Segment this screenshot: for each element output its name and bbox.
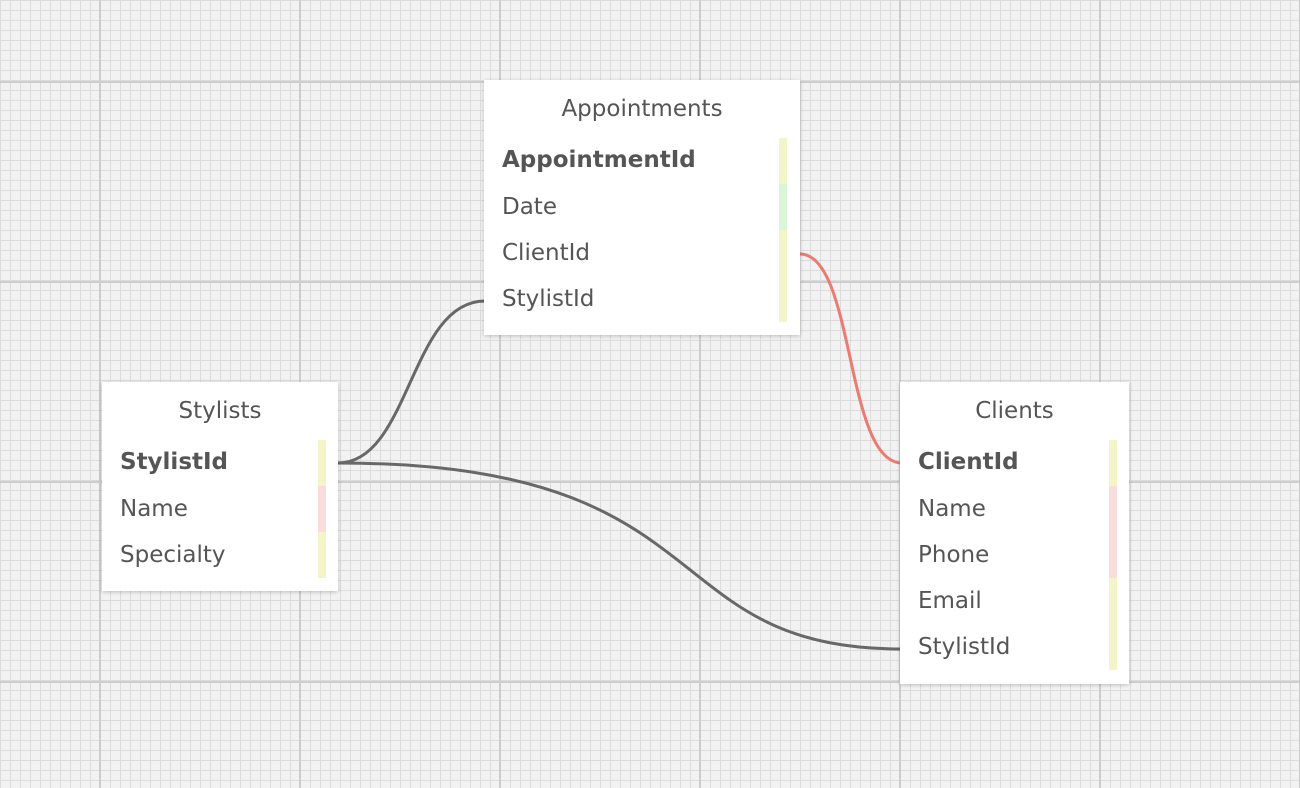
field-stylistid[interactable]: StylistId [120, 449, 228, 475]
strip-segment [318, 440, 326, 486]
field-color-strip [1109, 440, 1117, 670]
relation-appointments-clientid-clients[interactable] [799, 252, 903, 465]
diagram-canvas[interactable]: Appointments AppointmentId Date ClientId… [0, 0, 1300, 788]
field-color-strip [318, 440, 326, 578]
field-name[interactable]: Name [120, 496, 188, 522]
table-stylists[interactable]: Stylists StylistId Name Specialty [102, 382, 338, 591]
table-title: Stylists [178, 398, 262, 424]
field-color-strip [779, 138, 787, 322]
strip-segment [1109, 440, 1117, 486]
field-appointmentid[interactable]: AppointmentId [502, 147, 696, 173]
strip-segment [1109, 578, 1117, 624]
field-stylistid[interactable]: StylistId [502, 286, 594, 312]
field-clientid[interactable]: ClientId [918, 449, 1019, 475]
strip-segment [779, 230, 787, 276]
table-title: Appointments [561, 96, 723, 122]
field-date[interactable]: Date [502, 194, 557, 220]
strip-segment [318, 486, 326, 532]
field-name[interactable]: Name [918, 496, 986, 522]
relation-stylists-clients-stylistid[interactable] [337, 461, 903, 651]
field-specialty[interactable]: Specialty [120, 542, 226, 568]
table-clients[interactable]: Clients ClientId Name Phone Email Stylis… [900, 382, 1129, 684]
table-appointments[interactable]: Appointments AppointmentId Date ClientId… [484, 80, 800, 335]
field-phone[interactable]: Phone [918, 542, 989, 568]
strip-segment [779, 138, 787, 184]
strip-segment [1109, 624, 1117, 670]
relation-stylists-appointments-stylistid[interactable] [337, 299, 486, 465]
strip-segment [779, 276, 787, 322]
field-stylistid[interactable]: StylistId [918, 634, 1010, 660]
strip-segment [318, 532, 326, 578]
strip-segment [779, 184, 787, 230]
field-clientid[interactable]: ClientId [502, 240, 590, 266]
strip-segment [1109, 532, 1117, 578]
strip-segment [1109, 486, 1117, 532]
table-title: Clients [975, 398, 1054, 424]
field-email[interactable]: Email [918, 588, 982, 614]
